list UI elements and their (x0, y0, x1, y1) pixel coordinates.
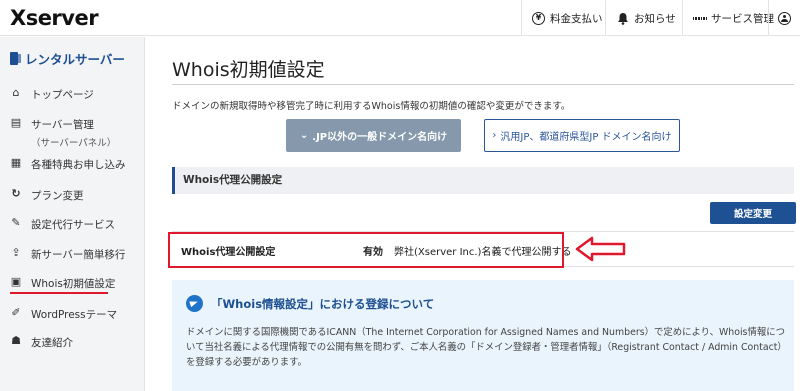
user-icon (778, 11, 791, 25)
info-panel: 「Whois情報設定」における登録について ドメインに関する国際機関であるICA… (172, 280, 794, 391)
person-icon: ☗ (11, 334, 21, 347)
sidebar-item-benefits[interactable]: ▦ 各種特典お申し込み (10, 157, 126, 172)
page-title: Whois初期値設定 (172, 59, 325, 81)
document-icon: ▣ (10, 275, 22, 288)
wrench-icon: ✎ (11, 216, 21, 229)
sidebar-item-label: 新サーバー簡単移行 (31, 249, 126, 261)
sidebar-item-label: WordPressテーマ (31, 309, 118, 321)
sidebar-item-referral[interactable]: ☗ 友達紹介 (10, 335, 73, 350)
highlight-box (168, 232, 564, 268)
info-heading: 「Whois情報設定」における登録について (186, 295, 434, 312)
sidebar-item-label: 各種特典お申し込み (31, 159, 126, 171)
chevron-down-icon: ⌄ (299, 130, 309, 141)
tab-jp-domains[interactable]: › 汎用JP、都道府県型JP ドメイン名向け (484, 119, 680, 152)
page-description: ドメインの新規取得時や移管完了時に利用するWhois情報の初期値の確認や変更がで… (172, 101, 571, 112)
sidebar-item-sublabel: （サーバーパネル） (31, 138, 117, 149)
section-heading: Whois代理公開設定 (172, 167, 794, 194)
edit-icon: ✐ (11, 306, 21, 319)
bell-icon (616, 12, 629, 25)
yen-icon: ¥ (532, 11, 545, 25)
top-header: Xserver ¥ 料金支払い お知らせ サービス管理 (0, 0, 800, 36)
active-underline (10, 292, 108, 294)
upload-icon: ⇪ (11, 246, 21, 259)
xserver-logo[interactable]: Xserver (10, 6, 99, 30)
sidebar-item-whois[interactable]: ▣ Whois初期値設定 (10, 275, 116, 291)
tab-label: .JP以外の一般ドメイン名向け (312, 132, 448, 143)
sidebar-item-server-panel[interactable]: ▤ サーバー管理 （サーバーパネル） (10, 116, 117, 150)
chevron-right-icon: › (492, 130, 497, 141)
title-divider (172, 84, 794, 85)
info-title: 「Whois情報設定」における登録について (211, 296, 435, 311)
billing-button[interactable]: ¥ 料金支払い (521, 0, 613, 36)
sidebar-item-label: 設定代行サービス (31, 219, 115, 231)
tab-general-domains[interactable]: ⌄ .JP以外の一般ドメイン名向け (286, 119, 461, 152)
server-brand-icon (10, 52, 21, 65)
sidebar: レンタルサーバー ⌂ トップページ ▤ サーバー管理 （サーバーパネル） ▦ 各… (0, 37, 145, 391)
settings-change-button[interactable]: 設定変更 (710, 202, 796, 224)
refresh-icon: ↻ (11, 187, 21, 200)
info-arrow-icon (186, 295, 203, 312)
grid-icon (693, 12, 706, 25)
left-arrow-icon (575, 236, 626, 262)
sidebar-item-label: 友達紹介 (31, 337, 73, 349)
sidebar-item-label: Whois初期値設定 (31, 278, 116, 290)
sidebar-item-label: トップページ (31, 89, 94, 101)
gift-icon: ▦ (10, 156, 22, 169)
sidebar-item-label: プラン変更 (31, 190, 84, 202)
server-icon: ▤ (10, 116, 22, 129)
sidebar-item-migration[interactable]: ⇪ 新サーバー簡単移行 (10, 247, 125, 262)
sidebar-item-plan-change[interactable]: ↻ プラン変更 (10, 187, 84, 203)
sidebar-item-top[interactable]: ⌂ トップページ (10, 87, 94, 102)
sidebar-title[interactable]: レンタルサーバー (10, 49, 125, 68)
service-label: サービス管理 (711, 12, 774, 25)
account-button[interactable] (768, 0, 800, 36)
notice-button[interactable]: お知らせ (605, 0, 686, 36)
main-content: Whois初期値設定 ドメインの新規取得時や移管完了時に利用するWhois情報の… (145, 37, 800, 391)
sidebar-item-setup-service[interactable]: ✎ 設定代行サービス (10, 217, 115, 232)
home-icon: ⌂ (12, 86, 20, 99)
info-text: ドメインに関する国際機関であるICANN（The Internet Corpor… (186, 327, 785, 368)
sidebar-item-wordpress-theme[interactable]: ✐ WordPressテーマ (10, 307, 117, 322)
sidebar-item-label: サーバー管理 (31, 119, 94, 131)
billing-label: 料金支払い (550, 12, 603, 25)
tab-label: 汎用JP、都道府県型JP ドメイン名向け (500, 132, 672, 143)
notice-label: お知らせ (634, 12, 676, 25)
